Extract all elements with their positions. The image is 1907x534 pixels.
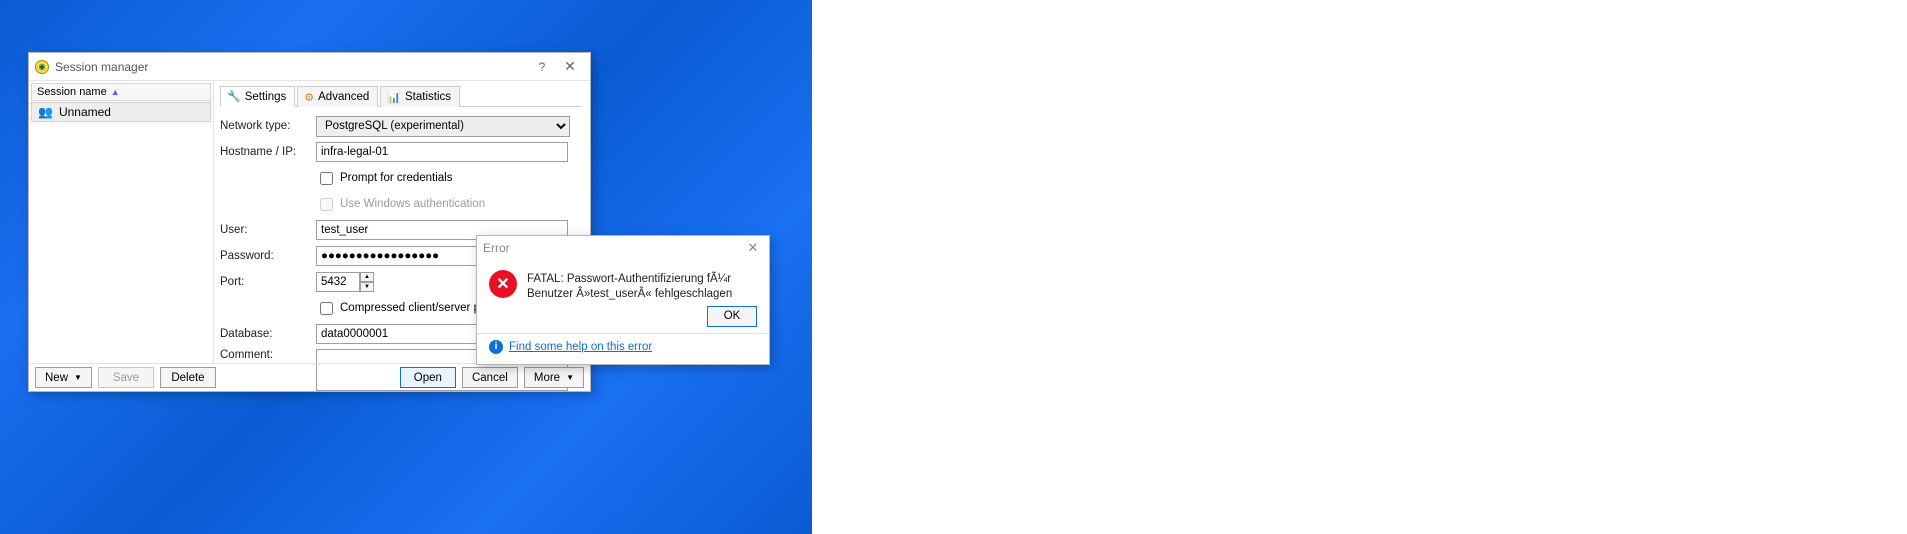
error-titlebar[interactable]: Error ✕	[477, 236, 769, 260]
error-dialog: Error ✕ ✕ FATAL: Passwort-Authentifizier…	[476, 235, 770, 365]
tab-advanced[interactable]: ⚙ Advanced	[297, 86, 378, 107]
cancel-button[interactable]: Cancel	[462, 367, 518, 388]
error-title: Error	[483, 241, 743, 255]
label-database: Database:	[220, 328, 316, 340]
label-network-type: Network type:	[220, 120, 316, 132]
open-button[interactable]: Open	[400, 367, 456, 388]
tab-statistics[interactable]: 📊 Statistics	[380, 86, 460, 107]
more-button[interactable]: More ▼	[524, 367, 584, 388]
ok-button[interactable]: OK	[707, 306, 757, 327]
port-input[interactable]	[316, 272, 360, 292]
button-label: Delete	[171, 372, 204, 384]
network-type-select[interactable]: PostgreSQL (experimental)	[316, 116, 570, 137]
help-button[interactable]: ?	[528, 60, 556, 74]
session-item-label: Unnamed	[59, 105, 111, 119]
label-user: User:	[220, 224, 316, 236]
label-comment: Comment:	[220, 349, 316, 361]
save-button: Save	[98, 367, 154, 388]
help-link[interactable]: Find some help on this error	[509, 341, 652, 353]
button-label: Save	[113, 372, 139, 384]
label-password: Password:	[220, 250, 316, 262]
session-item[interactable]: 👥 Unnamed	[31, 102, 211, 122]
session-icon: 👥	[38, 105, 53, 119]
wrench-icon: 🔧	[227, 90, 241, 103]
checkbox-label: Use Windows authentication	[340, 198, 485, 210]
session-list-header[interactable]: Session name ▲	[31, 83, 211, 101]
hostname-input[interactable]	[316, 142, 568, 162]
bottom-button-bar: New ▼ Save Delete Open Cancel More ▼	[29, 363, 590, 391]
port-spinner[interactable]: ▲ ▼	[360, 272, 374, 292]
spinner-up-icon[interactable]: ▲	[360, 272, 374, 282]
button-label: More	[534, 372, 560, 384]
windows-auth-checkbox: Use Windows authentication	[316, 195, 582, 214]
new-button[interactable]: New ▼	[35, 367, 92, 388]
dropdown-caret-icon: ▼	[566, 373, 574, 382]
prompt-credentials-checkbox[interactable]: Prompt for credentials	[316, 169, 582, 188]
chart-icon: 📊	[387, 91, 401, 104]
delete-button[interactable]: Delete	[160, 367, 216, 388]
tab-settings[interactable]: 🔧 Settings	[220, 86, 295, 107]
label-port: Port:	[220, 276, 316, 288]
sort-asc-icon: ▲	[111, 87, 120, 97]
session-list-pane: Session name ▲ 👥 Unnamed	[29, 81, 214, 363]
label-hostname: Hostname / IP:	[220, 146, 316, 158]
button-label: New	[45, 372, 68, 384]
windows-auth-input	[320, 198, 333, 211]
tab-label: Advanced	[318, 91, 369, 103]
tab-bar: 🔧 Settings ⚙ Advanced 📊 Statistics	[220, 85, 582, 107]
button-label: Open	[414, 372, 442, 384]
titlebar[interactable]: ◉ Session manager ? ✕	[29, 53, 590, 81]
prompt-credentials-input[interactable]	[320, 172, 333, 185]
close-button[interactable]: ✕	[556, 58, 584, 75]
window-title: Session manager	[55, 60, 528, 74]
error-message: FATAL: Passwort-Authentifizierung fÃ¼r B…	[527, 272, 757, 302]
button-label: OK	[724, 310, 741, 322]
button-label: Cancel	[472, 372, 508, 384]
column-header-label: Session name	[37, 86, 107, 98]
compressed-input[interactable]	[320, 302, 333, 315]
error-close-button[interactable]: ✕	[743, 240, 763, 256]
dropdown-caret-icon: ▼	[74, 373, 82, 382]
tab-label: Statistics	[405, 91, 451, 103]
checkbox-label: Prompt for credentials	[340, 172, 453, 184]
tab-label: Settings	[245, 91, 287, 103]
gear-icon: ⚙	[304, 91, 314, 104]
spinner-down-icon[interactable]: ▼	[360, 282, 374, 292]
app-icon: ◉	[35, 60, 49, 74]
error-icon: ✕	[489, 270, 517, 298]
info-icon: i	[489, 340, 503, 354]
